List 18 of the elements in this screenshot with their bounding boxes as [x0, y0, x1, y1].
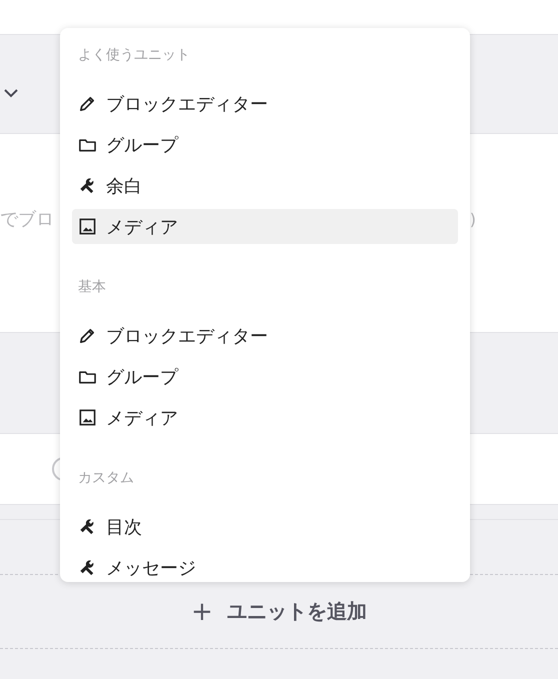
chevron-down-icon[interactable]	[4, 88, 18, 98]
section-heading: カスタム	[77, 469, 135, 488]
menu-item[interactable]: ブロックエディター	[72, 86, 458, 121]
menu-item[interactable]: 余白	[72, 168, 458, 203]
menu-item[interactable]: グループ	[72, 359, 458, 394]
menu-item[interactable]: グループ	[72, 127, 458, 162]
placeholder-text: )	[470, 210, 476, 228]
section-heading: 基本	[77, 278, 107, 297]
pencil-icon	[78, 326, 97, 345]
placeholder-text: でブロ	[0, 208, 54, 231]
menu-item[interactable]: メディア	[72, 400, 458, 435]
menu-item[interactable]: メディア	[72, 209, 458, 244]
pencil-icon	[78, 94, 97, 113]
menu-item[interactable]: 目次	[72, 509, 458, 544]
menu-item[interactable]: ブロックエディター	[72, 318, 458, 353]
image-icon	[78, 408, 97, 427]
image-icon	[78, 217, 97, 236]
section-heading: よく使うユニット	[77, 46, 191, 65]
